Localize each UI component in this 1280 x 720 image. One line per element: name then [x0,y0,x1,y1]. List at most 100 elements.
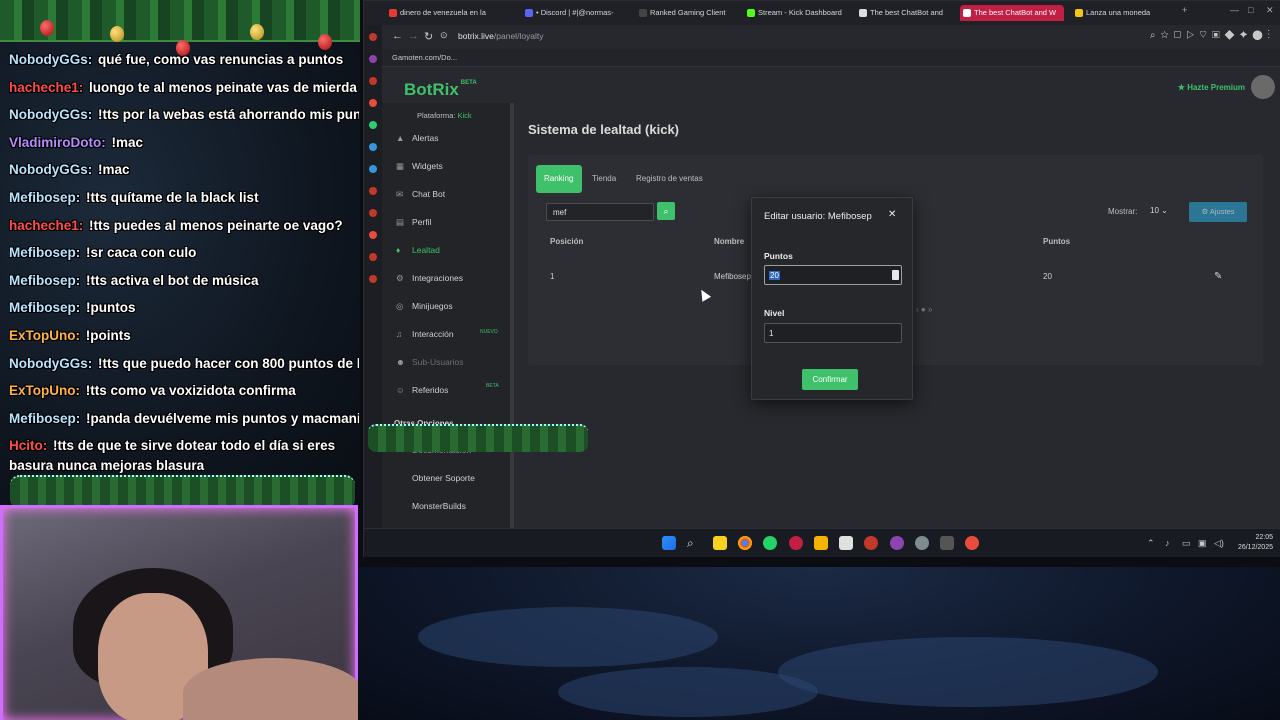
keyboard-icon[interactable]: ▭ [1182,538,1191,549]
search-button[interactable]: ⌕ [657,202,675,220]
confirm-button[interactable]: Confirmar [802,369,858,390]
gear-icon: ⚙ [1201,207,1209,216]
tab-tienda[interactable]: Tienda [584,165,624,193]
chat-message: ExTopUno: !points [9,322,359,350]
sidebar-item-monsterbuilds[interactable]: MonsterBuilds [412,501,466,511]
bookmarks-bar: Gamoten.com/Do... [364,49,1280,67]
chat-username: ExTopUno: [9,327,80,343]
microphone-icon[interactable]: ♪ [1165,538,1170,548]
browser-tab[interactable]: Stream - Kick Dashboard [744,5,848,21]
chat-text: !mac [94,162,130,178]
points-label: Puntos [764,251,793,261]
pagination[interactable]: ‹ ● » [916,305,932,314]
column-header-points: Puntos [1043,237,1071,246]
steam-icon[interactable] [915,536,929,550]
close-icon[interactable]: ✕ [888,209,896,220]
browser-tab[interactable]: Lanza una moneda [1072,5,1168,21]
network-icon[interactable]: ▣ [1198,538,1207,549]
page-size-select[interactable]: 10 ⌄ [1146,203,1180,219]
column-header-name: Nombre [714,237,745,246]
sidebar-item-chatbot[interactable]: ✉ Chat Bot [396,189,445,200]
stepper-icon[interactable] [892,270,899,280]
store-icon[interactable] [839,536,853,550]
ornament-icon [40,20,54,36]
reload-icon[interactable]: ↻ [424,30,433,43]
chat-username: hacheche1: [9,217,84,233]
obs-icon[interactable] [965,536,979,550]
snow-background [358,567,1280,720]
christmas-garland-mid [368,424,588,452]
row-points: 20 [1043,272,1052,281]
chat-username: Mefibosep: [9,189,81,205]
sticky-notes-icon[interactable] [713,536,727,550]
gear-icon: ⚙ [396,273,404,283]
level-field[interactable]: 1 [764,323,902,343]
url-field[interactable]: botrix.live/panel/loyalty [458,31,544,41]
settings-button[interactable]: ⚙ Ajustes [1189,202,1247,222]
sidebar-item-widgets[interactable]: ▦ Widgets [396,161,443,172]
folder-icon[interactable] [814,536,828,550]
forward-icon[interactable]: → [408,30,419,42]
chat-icon: ✉ [396,189,404,199]
search-input[interactable]: mef [546,203,654,221]
profile-icon: ▤ [396,217,405,227]
sidebar-item-lealtad[interactable]: ♦ Lealtad [396,245,440,255]
site-info-icon[interactable]: ⊙ [440,30,448,41]
chat-text: !puntos [82,300,136,316]
sidebar-item-soporte[interactable]: Obtener Soporte [412,473,475,483]
streamer-shoulder [183,658,363,720]
sidebar-item-interaccion[interactable]: ♫ Interacción [396,329,454,339]
chat-username: Mefibosep: [9,410,81,426]
pencil-icon[interactable]: ✎ [1214,271,1222,282]
chevron-up-icon[interactable]: ⌃ [1147,538,1155,549]
discord-icon[interactable] [890,536,904,550]
sidebar-item-perfil[interactable]: ▤ Perfil [396,217,431,228]
browser-tab[interactable]: dinero de venezuela en la [386,5,504,21]
edit-user-modal: Editar usuario: Mefibosep ✕ Puntos 20 Ni… [751,197,913,400]
volume-icon[interactable]: ◁) [1214,538,1224,549]
sidebar-item-sub-usuarios[interactable]: ☻ Sub-Usuarios [396,357,464,367]
new-tab-icon[interactable]: + [1182,5,1187,15]
avatar[interactable] [1251,75,1275,99]
minimize-icon[interactable]: — [1230,5,1239,15]
chat-text: !tts quítame de la black list [82,189,259,205]
whatsapp-icon[interactable] [763,536,777,550]
tab-ranking[interactable]: Ranking [536,165,582,193]
chat-message: NobodyGGs: !mac [9,156,359,184]
windows-start-icon[interactable] [662,536,676,550]
close-icon[interactable]: ✕ [1266,5,1274,16]
chat-text: !tts de que te sirve dotear todo el día … [9,438,336,474]
sidebar-item-minijuegos[interactable]: ◎ Minijuegos [396,301,453,312]
chat-username: Mefibosep: [9,300,81,316]
opera-icon[interactable] [789,536,803,550]
app-icon[interactable] [940,536,954,550]
premium-link[interactable]: ★ Hazte Premium [1178,83,1245,92]
platform-indicator: Plataforma: Kick [417,111,472,120]
sidebar-item-integraciones[interactable]: ⚙ Integraciones [396,273,463,284]
christmas-garland-bottom [10,475,355,509]
bookmark-item[interactable]: Gamoten.com/Do... [392,53,457,62]
maximize-icon[interactable]: □ [1248,5,1253,15]
app-icon[interactable] [864,536,878,550]
ornament-icon [250,24,264,40]
browser-tab[interactable]: The best ChatBot and [856,5,952,21]
extension-icons[interactable]: ⌕☆▢▷♡▣◆✦⬤⋮ [1150,30,1275,41]
system-clock[interactable]: 22:05 26/12/2025 [1238,533,1273,553]
browser-tab-active[interactable]: The best ChatBot and W [960,5,1064,21]
sidebar-item-referidos[interactable]: ☺ Referidos [396,385,448,395]
sidebar: Plataforma: Kick ▲ Alertas ▦ Widgets ✉ Chat… [382,103,514,530]
sidebar-item-alertas[interactable]: ▲ Alertas [396,133,438,143]
tab-registro-ventas[interactable]: Registro de ventas [628,165,711,193]
chat-message: NobodyGGs: !tts por la webas está ahorra… [9,101,359,129]
back-icon[interactable]: ← [392,30,403,42]
chat-text: luongo te al menos peinate vas de mierda [85,79,357,95]
level-label: Nivel [764,308,785,318]
browser-tab[interactable]: • Discord | #|@normas- [522,5,626,21]
browser-tab[interactable]: Ranked Gaming Client [636,5,736,21]
points-field[interactable]: 20 [764,265,902,285]
chevron-down-icon: ⌄ [1161,206,1168,215]
brand-logo[interactable]: BotRix BETA [404,80,477,100]
chat-username: NobodyGGs: [9,355,93,371]
search-icon[interactable]: ⌕ [687,536,701,550]
chrome-icon[interactable] [738,536,752,550]
